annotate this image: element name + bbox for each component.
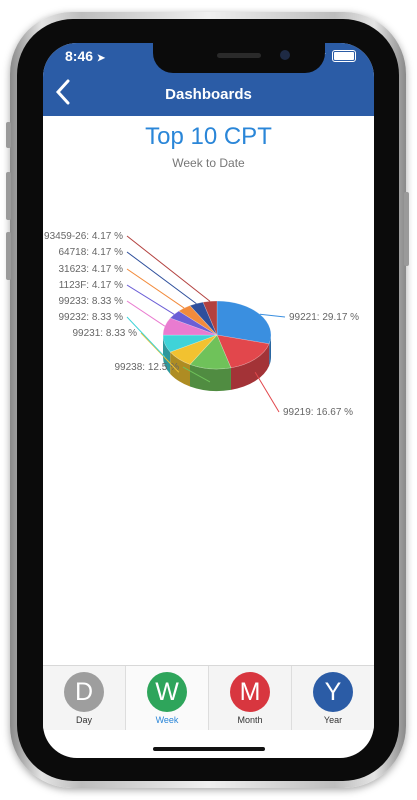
app-screen: 8:46 ➤ ✈ Dashboards Top 10 CPT Week to D… xyxy=(43,43,374,758)
day-circle-icon: D xyxy=(64,672,104,712)
tab-label: Day xyxy=(75,715,92,725)
slice-label-64718: 64718: 4.17 % xyxy=(59,247,124,258)
speaker xyxy=(217,53,261,58)
week-circle-icon: W xyxy=(147,672,187,712)
slice-label-1123F: 1123F: 4.17 % xyxy=(59,280,123,291)
tab-label: Month xyxy=(237,715,263,725)
chart-title: Top 10 CPT xyxy=(145,123,272,150)
tab-label: Year xyxy=(323,715,343,725)
pie-chart: 99221: 29.17 % 99219: 16.67 % 99238: 12.5 … xyxy=(44,231,359,418)
mute-switch xyxy=(6,122,11,148)
leader-line-99221 xyxy=(259,313,286,318)
power-button xyxy=(404,192,409,266)
month-circle-icon: M xyxy=(230,672,270,712)
tab-day[interactable]: D Day xyxy=(43,666,126,730)
tab-bar: D Day W Week M Month Y Year xyxy=(43,665,374,730)
leader-line-64718 xyxy=(126,251,197,304)
leader-line-99219 xyxy=(254,371,280,413)
volume-up-button xyxy=(6,172,11,220)
leader-line-1123F xyxy=(126,284,175,315)
notch xyxy=(153,43,325,73)
tab-label: Week xyxy=(155,715,179,725)
slice-label-99232: 99232: 8.33 % xyxy=(59,312,124,323)
tab-month[interactable]: M Month xyxy=(209,666,292,730)
page-title: Dashboards xyxy=(165,86,252,103)
tab-week[interactable]: W Week xyxy=(126,666,209,730)
battery-icon xyxy=(332,50,356,62)
slice-label-99231: 99231: 8.33 % xyxy=(73,328,138,339)
slice-label-99219: 99219: 16.67 % xyxy=(283,407,353,418)
tab-year[interactable]: Y Year xyxy=(292,666,374,730)
camera xyxy=(280,50,290,60)
slice-label-99238: 99238: 12.5 % xyxy=(115,362,180,373)
leader-line-93459-26 xyxy=(126,235,211,302)
status-time: 8:46 ➤ xyxy=(65,48,106,64)
location-arrow-icon: ➤ xyxy=(96,53,106,64)
slice-label-93459-26: 93459-26: 4.17 % xyxy=(44,231,123,242)
chart-subtitle: Week to Date xyxy=(172,156,245,170)
slice-label-99221: 99221: 29.17 % xyxy=(289,312,359,323)
volume-down-button xyxy=(6,232,11,280)
year-circle-icon: Y xyxy=(313,672,353,712)
slice-label-31623: 31623: 4.17 % xyxy=(59,264,124,275)
home-indicator xyxy=(153,747,265,751)
slice-label-99233: 99233: 8.33 % xyxy=(59,296,124,307)
